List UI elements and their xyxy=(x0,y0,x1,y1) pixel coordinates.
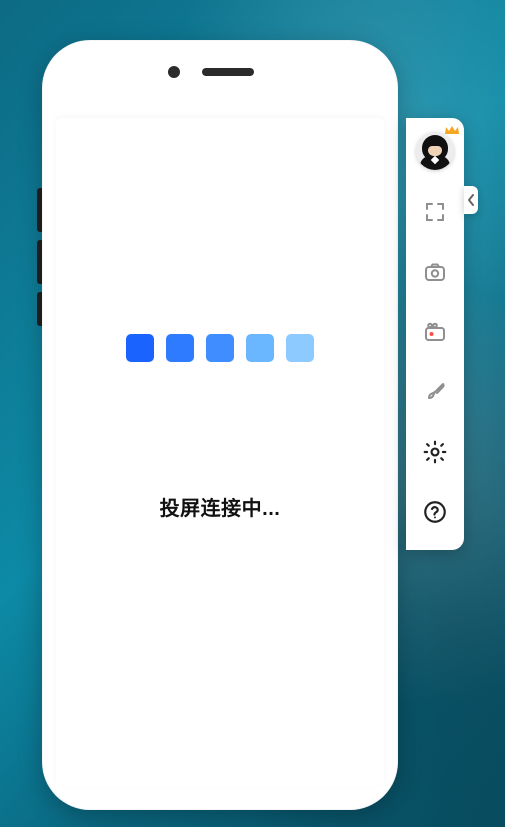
loading-indicator xyxy=(126,334,314,362)
side-button xyxy=(37,292,42,326)
loader-square xyxy=(246,334,274,362)
side-toolbar xyxy=(406,118,464,550)
brush-icon[interactable] xyxy=(417,374,453,410)
phone-frame: 投屏连接中... xyxy=(42,40,398,810)
loader-square xyxy=(286,334,314,362)
record-icon[interactable] xyxy=(417,314,453,350)
status-text: 投屏连接中... xyxy=(160,492,281,521)
side-button xyxy=(37,188,42,232)
collapse-toolbar-button[interactable] xyxy=(464,186,478,214)
earpiece xyxy=(202,68,254,76)
loader-square xyxy=(206,334,234,362)
sensor-dot xyxy=(168,66,180,78)
fullscreen-icon[interactable] xyxy=(417,194,453,230)
phone-screen: 投屏连接中... xyxy=(56,118,384,786)
camera-icon[interactable] xyxy=(417,254,453,290)
help-icon[interactable] xyxy=(417,494,453,530)
chevron-left-icon xyxy=(467,194,475,206)
side-button xyxy=(37,240,42,284)
settings-icon[interactable] xyxy=(417,434,453,470)
user-avatar[interactable] xyxy=(416,132,454,170)
loader-square xyxy=(166,334,194,362)
loader-square xyxy=(126,334,154,362)
crown-badge-icon xyxy=(444,124,460,136)
